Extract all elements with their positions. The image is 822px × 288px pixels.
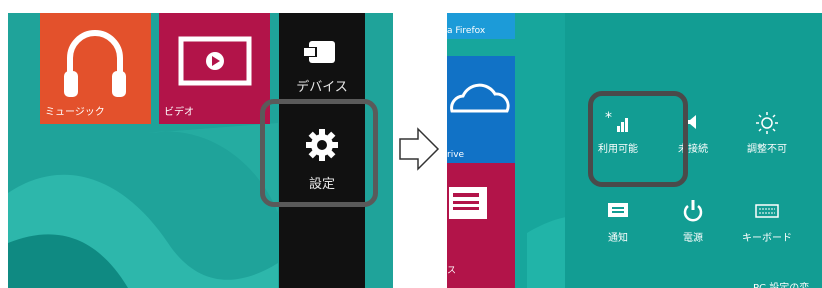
pc-settings-link[interactable]: PC 設定の変 bbox=[753, 279, 809, 288]
quick-setting-keyboard[interactable]: キーボード bbox=[727, 199, 807, 244]
quick-setting-power-label: 電源 bbox=[683, 233, 703, 244]
quick-setting-notifications[interactable]: 通知 bbox=[578, 199, 658, 244]
tile-video-label: ビデオ bbox=[164, 107, 194, 118]
quick-setting-brightness-label: 調整不可 bbox=[747, 144, 787, 155]
tile-video[interactable]: ビデオ bbox=[159, 13, 270, 124]
quick-setting-brightness[interactable]: 調整不可 bbox=[727, 110, 807, 155]
network-highlight-frame bbox=[588, 91, 688, 187]
tile-music[interactable]: ミュージック bbox=[40, 13, 151, 124]
power-icon bbox=[683, 200, 703, 222]
tile-music-label: ミュージック bbox=[45, 107, 105, 118]
charm-devices[interactable]: デバイス bbox=[279, 28, 365, 103]
tile-skydrive[interactable]: rive bbox=[447, 56, 515, 166]
quick-setting-power[interactable]: 電源 bbox=[653, 199, 733, 244]
keyboard-icon bbox=[755, 204, 779, 218]
settings-highlight-frame bbox=[260, 99, 378, 207]
quick-setting-keyboard-label: キーボード bbox=[742, 233, 792, 244]
tile-firefox[interactable]: a Firefox bbox=[447, 13, 515, 39]
charm-devices-label: デバイス bbox=[296, 80, 348, 95]
right-arrow-icon bbox=[399, 127, 440, 171]
settings-pane: a Firefox rive ス * 利用可能 未接続 調整不可 通知 電源 キ… bbox=[447, 13, 822, 288]
quick-setting-notifications-label: 通知 bbox=[608, 233, 628, 244]
brightness-icon bbox=[756, 112, 778, 134]
tile-news[interactable]: ス bbox=[447, 163, 515, 288]
news-icon bbox=[449, 187, 487, 219]
devices-icon bbox=[303, 41, 335, 63]
start-screen-with-charms: ミュージック ビデオ デバイス 設定 bbox=[8, 13, 393, 288]
tile-firefox-label: a Firefox bbox=[447, 26, 486, 36]
notifications-icon bbox=[608, 203, 628, 217]
tile-skydrive-label: rive bbox=[447, 150, 465, 160]
cloud-icon bbox=[450, 83, 510, 113]
tile-news-label: ス bbox=[447, 266, 457, 276]
